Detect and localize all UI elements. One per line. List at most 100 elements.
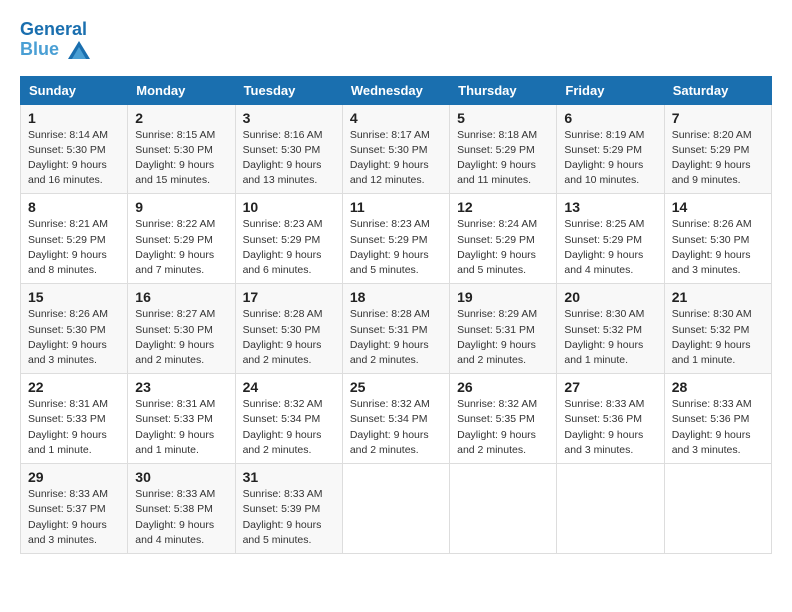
day-info: Sunrise: 8:33 AM Sunset: 5:39 PM Dayligh…: [243, 487, 335, 548]
calendar-cell: 18 Sunrise: 8:28 AM Sunset: 5:31 PM Dayl…: [342, 284, 449, 374]
day-info: Sunrise: 8:16 AM Sunset: 5:30 PM Dayligh…: [243, 128, 335, 189]
calendar-cell: 15 Sunrise: 8:26 AM Sunset: 5:30 PM Dayl…: [21, 284, 128, 374]
day-info: Sunrise: 8:26 AM Sunset: 5:30 PM Dayligh…: [28, 307, 120, 368]
day-number: 8: [28, 199, 120, 215]
logo-icon: [68, 41, 90, 59]
day-info: Sunrise: 8:31 AM Sunset: 5:33 PM Dayligh…: [135, 397, 227, 458]
calendar-cell: [664, 464, 771, 554]
calendar-cell: 29 Sunrise: 8:33 AM Sunset: 5:37 PM Dayl…: [21, 464, 128, 554]
day-number: 30: [135, 469, 227, 485]
day-number: 3: [243, 110, 335, 126]
header-tuesday: Tuesday: [235, 76, 342, 104]
calendar-cell: 10 Sunrise: 8:23 AM Sunset: 5:29 PM Dayl…: [235, 194, 342, 284]
header-wednesday: Wednesday: [342, 76, 449, 104]
day-info: Sunrise: 8:20 AM Sunset: 5:29 PM Dayligh…: [672, 128, 764, 189]
page-header: General Blue: [20, 20, 772, 60]
day-number: 22: [28, 379, 120, 395]
day-info: Sunrise: 8:30 AM Sunset: 5:32 PM Dayligh…: [564, 307, 656, 368]
calendar-cell: 2 Sunrise: 8:15 AM Sunset: 5:30 PM Dayli…: [128, 104, 235, 194]
calendar-cell: 24 Sunrise: 8:32 AM Sunset: 5:34 PM Dayl…: [235, 374, 342, 464]
week-row-2: 8 Sunrise: 8:21 AM Sunset: 5:29 PM Dayli…: [21, 194, 772, 284]
day-number: 26: [457, 379, 549, 395]
day-info: Sunrise: 8:18 AM Sunset: 5:29 PM Dayligh…: [457, 128, 549, 189]
day-number: 14: [672, 199, 764, 215]
calendar-cell: 19 Sunrise: 8:29 AM Sunset: 5:31 PM Dayl…: [450, 284, 557, 374]
day-info: Sunrise: 8:33 AM Sunset: 5:36 PM Dayligh…: [672, 397, 764, 458]
calendar-cell: 17 Sunrise: 8:28 AM Sunset: 5:30 PM Dayl…: [235, 284, 342, 374]
calendar-cell: 1 Sunrise: 8:14 AM Sunset: 5:30 PM Dayli…: [21, 104, 128, 194]
day-info: Sunrise: 8:32 AM Sunset: 5:34 PM Dayligh…: [350, 397, 442, 458]
day-info: Sunrise: 8:31 AM Sunset: 5:33 PM Dayligh…: [28, 397, 120, 458]
logo-text2: Blue: [20, 40, 90, 60]
calendar-cell: [557, 464, 664, 554]
day-info: Sunrise: 8:14 AM Sunset: 5:30 PM Dayligh…: [28, 128, 120, 189]
header-saturday: Saturday: [664, 76, 771, 104]
calendar-cell: 7 Sunrise: 8:20 AM Sunset: 5:29 PM Dayli…: [664, 104, 771, 194]
header-sunday: Sunday: [21, 76, 128, 104]
day-info: Sunrise: 8:33 AM Sunset: 5:36 PM Dayligh…: [564, 397, 656, 458]
day-number: 16: [135, 289, 227, 305]
day-number: 19: [457, 289, 549, 305]
day-info: Sunrise: 8:23 AM Sunset: 5:29 PM Dayligh…: [350, 217, 442, 278]
calendar-cell: 27 Sunrise: 8:33 AM Sunset: 5:36 PM Dayl…: [557, 374, 664, 464]
calendar-cell: 14 Sunrise: 8:26 AM Sunset: 5:30 PM Dayl…: [664, 194, 771, 284]
calendar-cell: 31 Sunrise: 8:33 AM Sunset: 5:39 PM Dayl…: [235, 464, 342, 554]
day-number: 15: [28, 289, 120, 305]
day-number: 24: [243, 379, 335, 395]
day-info: Sunrise: 8:24 AM Sunset: 5:29 PM Dayligh…: [457, 217, 549, 278]
day-info: Sunrise: 8:32 AM Sunset: 5:35 PM Dayligh…: [457, 397, 549, 458]
calendar-cell: 4 Sunrise: 8:17 AM Sunset: 5:30 PM Dayli…: [342, 104, 449, 194]
day-info: Sunrise: 8:26 AM Sunset: 5:30 PM Dayligh…: [672, 217, 764, 278]
calendar-cell: 11 Sunrise: 8:23 AM Sunset: 5:29 PM Dayl…: [342, 194, 449, 284]
day-info: Sunrise: 8:17 AM Sunset: 5:30 PM Dayligh…: [350, 128, 442, 189]
week-row-1: 1 Sunrise: 8:14 AM Sunset: 5:30 PM Dayli…: [21, 104, 772, 194]
calendar-cell: 8 Sunrise: 8:21 AM Sunset: 5:29 PM Dayli…: [21, 194, 128, 284]
day-number: 28: [672, 379, 764, 395]
day-info: Sunrise: 8:21 AM Sunset: 5:29 PM Dayligh…: [28, 217, 120, 278]
calendar-cell: [342, 464, 449, 554]
calendar-table: Sunday Monday Tuesday Wednesday Thursday…: [20, 76, 772, 554]
day-number: 7: [672, 110, 764, 126]
week-row-3: 15 Sunrise: 8:26 AM Sunset: 5:30 PM Dayl…: [21, 284, 772, 374]
calendar-cell: 13 Sunrise: 8:25 AM Sunset: 5:29 PM Dayl…: [557, 194, 664, 284]
day-info: Sunrise: 8:15 AM Sunset: 5:30 PM Dayligh…: [135, 128, 227, 189]
day-number: 11: [350, 199, 442, 215]
day-info: Sunrise: 8:27 AM Sunset: 5:30 PM Dayligh…: [135, 307, 227, 368]
calendar-cell: 5 Sunrise: 8:18 AM Sunset: 5:29 PM Dayli…: [450, 104, 557, 194]
day-number: 20: [564, 289, 656, 305]
day-number: 25: [350, 379, 442, 395]
day-number: 13: [564, 199, 656, 215]
calendar-cell: 28 Sunrise: 8:33 AM Sunset: 5:36 PM Dayl…: [664, 374, 771, 464]
calendar-cell: 9 Sunrise: 8:22 AM Sunset: 5:29 PM Dayli…: [128, 194, 235, 284]
day-number: 9: [135, 199, 227, 215]
calendar-cell: 25 Sunrise: 8:32 AM Sunset: 5:34 PM Dayl…: [342, 374, 449, 464]
calendar-cell: 30 Sunrise: 8:33 AM Sunset: 5:38 PM Dayl…: [128, 464, 235, 554]
day-number: 27: [564, 379, 656, 395]
day-info: Sunrise: 8:30 AM Sunset: 5:32 PM Dayligh…: [672, 307, 764, 368]
day-number: 10: [243, 199, 335, 215]
day-number: 12: [457, 199, 549, 215]
day-number: 21: [672, 289, 764, 305]
calendar-cell: 20 Sunrise: 8:30 AM Sunset: 5:32 PM Dayl…: [557, 284, 664, 374]
week-row-5: 29 Sunrise: 8:33 AM Sunset: 5:37 PM Dayl…: [21, 464, 772, 554]
days-header-row: Sunday Monday Tuesday Wednesday Thursday…: [21, 76, 772, 104]
day-info: Sunrise: 8:28 AM Sunset: 5:30 PM Dayligh…: [243, 307, 335, 368]
day-number: 5: [457, 110, 549, 126]
day-number: 29: [28, 469, 120, 485]
header-friday: Friday: [557, 76, 664, 104]
day-info: Sunrise: 8:23 AM Sunset: 5:29 PM Dayligh…: [243, 217, 335, 278]
logo-text: General: [20, 20, 90, 40]
logo: General Blue: [20, 20, 90, 60]
calendar-cell: 23 Sunrise: 8:31 AM Sunset: 5:33 PM Dayl…: [128, 374, 235, 464]
day-info: Sunrise: 8:33 AM Sunset: 5:37 PM Dayligh…: [28, 487, 120, 548]
day-info: Sunrise: 8:25 AM Sunset: 5:29 PM Dayligh…: [564, 217, 656, 278]
day-number: 18: [350, 289, 442, 305]
calendar-cell: [450, 464, 557, 554]
calendar-cell: 21 Sunrise: 8:30 AM Sunset: 5:32 PM Dayl…: [664, 284, 771, 374]
day-number: 6: [564, 110, 656, 126]
day-number: 4: [350, 110, 442, 126]
calendar-cell: 16 Sunrise: 8:27 AM Sunset: 5:30 PM Dayl…: [128, 284, 235, 374]
day-number: 31: [243, 469, 335, 485]
calendar-cell: 3 Sunrise: 8:16 AM Sunset: 5:30 PM Dayli…: [235, 104, 342, 194]
calendar-cell: 6 Sunrise: 8:19 AM Sunset: 5:29 PM Dayli…: [557, 104, 664, 194]
